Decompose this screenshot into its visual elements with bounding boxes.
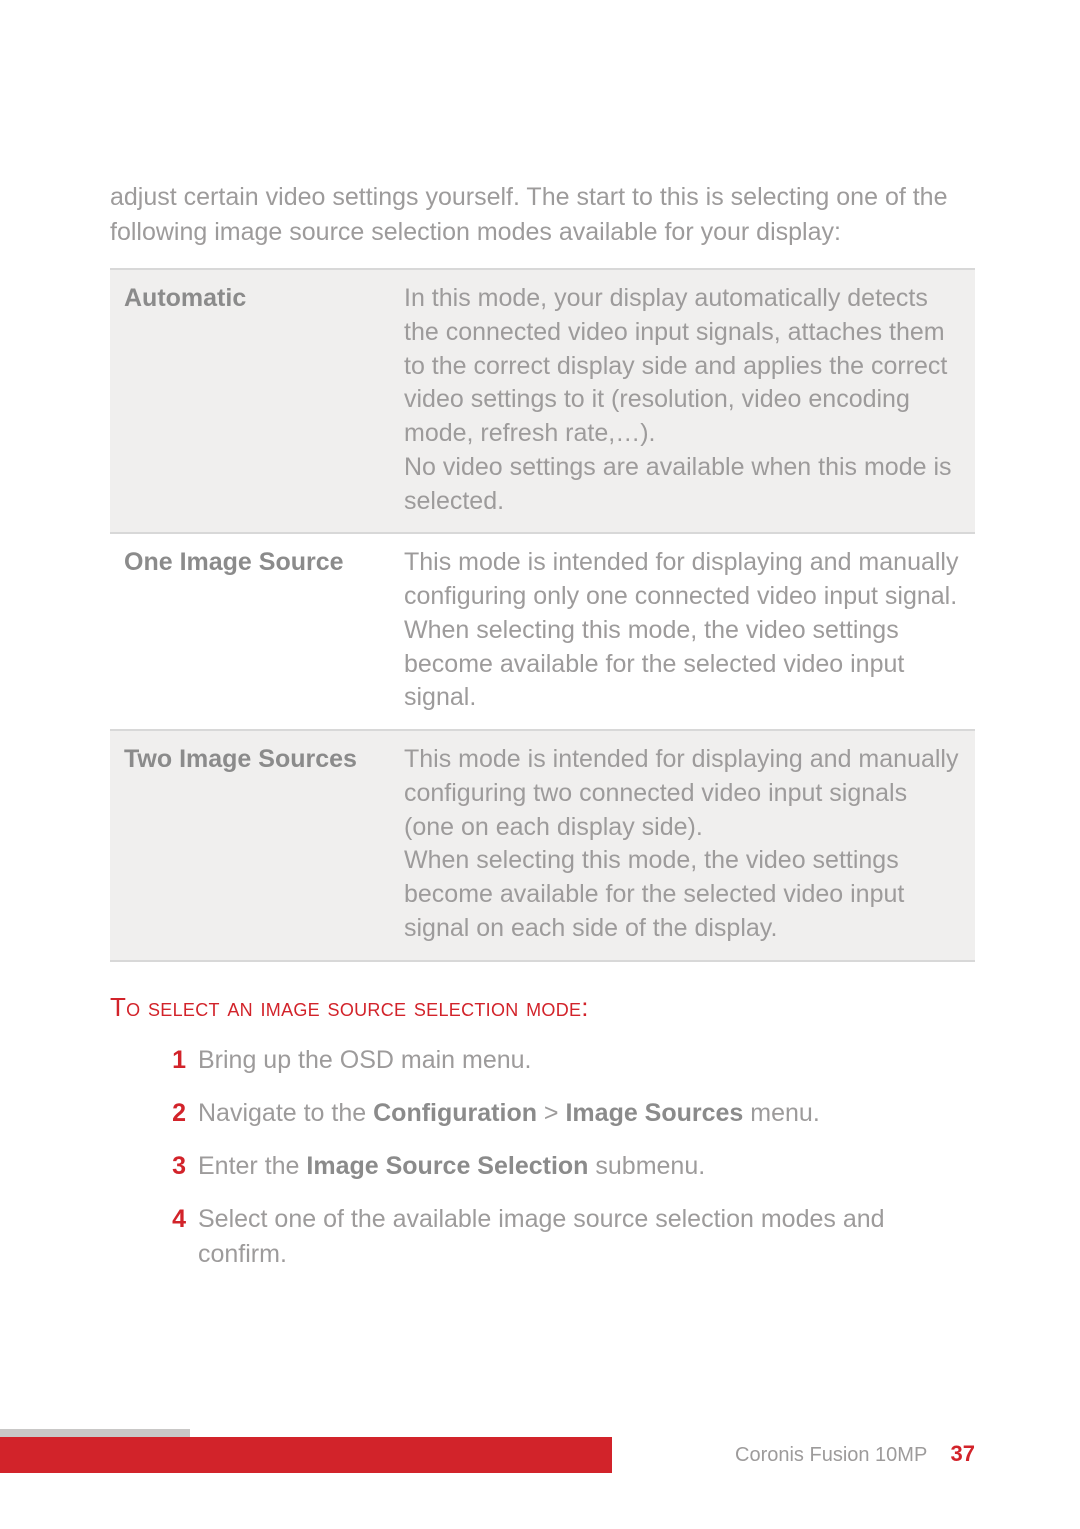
step-text: > (537, 1099, 566, 1127)
step-number: 2 (158, 1096, 186, 1131)
table-row: Automatic In this mode, your display aut… (110, 269, 975, 533)
step-text: Navigate to the (198, 1099, 373, 1127)
list-item: 4 Select one of the available image sour… (158, 1202, 975, 1272)
intro-paragraph: adjust certain video settings yourself. … (110, 180, 975, 250)
step-text: Bring up the OSD main menu. (198, 1046, 532, 1074)
mode-desc-line: When selecting this mode, the video sett… (404, 846, 904, 942)
mode-description: This mode is intended for displaying and… (390, 533, 975, 730)
product-name: Coronis Fusion 10MP (735, 1444, 927, 1466)
footer-grey-bar (0, 1429, 190, 1437)
modes-table: Automatic In this mode, your display aut… (110, 268, 975, 962)
list-item: 2 Navigate to the Configuration > Image … (158, 1096, 975, 1131)
step-number: 3 (158, 1149, 186, 1184)
step-text: submenu. (588, 1152, 705, 1180)
mode-desc-line: This mode is intended for displaying and… (404, 745, 958, 841)
step-number: 4 (158, 1202, 186, 1237)
mode-description: In this mode, your display automatically… (390, 269, 975, 533)
table-row: Two Image Sources This mode is intended … (110, 730, 975, 961)
page-footer: Coronis Fusion 10MP 37 (0, 1437, 1080, 1473)
mode-desc-line: No video settings are available when thi… (404, 453, 952, 515)
list-item: 1 Bring up the OSD main menu. (158, 1043, 975, 1078)
mode-desc-line: In this mode, your display automatically… (404, 284, 947, 447)
step-text: Select one of the available image source… (198, 1205, 885, 1268)
mode-label: One Image Source (110, 533, 390, 730)
step-text: menu. (743, 1099, 819, 1127)
steps-list: 1 Bring up the OSD main menu. 2 Navigate… (110, 1043, 975, 1272)
mode-desc-line: When selecting this mode, the video sett… (404, 616, 904, 712)
step-number: 1 (158, 1043, 186, 1078)
footer-red-bar (0, 1437, 612, 1473)
bold-term: Image Source Selection (306, 1152, 588, 1180)
page-number: 37 (951, 1441, 975, 1466)
page-body: adjust certain video settings yourself. … (0, 0, 1080, 1272)
bold-term: Image Sources (565, 1099, 743, 1127)
step-text: Enter the (198, 1152, 306, 1180)
mode-description: This mode is intended for displaying and… (390, 730, 975, 961)
mode-label: Automatic (110, 269, 390, 533)
footer-page-info: Coronis Fusion 10MP 37 (735, 1441, 975, 1467)
table-row: One Image Source This mode is intended f… (110, 533, 975, 730)
mode-desc-line: This mode is intended for displaying and… (404, 548, 958, 610)
section-heading: To select an image source selection mode… (110, 992, 975, 1023)
bold-term: Configuration (373, 1099, 537, 1127)
list-item: 3 Enter the Image Source Selection subme… (158, 1149, 975, 1184)
mode-label: Two Image Sources (110, 730, 390, 961)
